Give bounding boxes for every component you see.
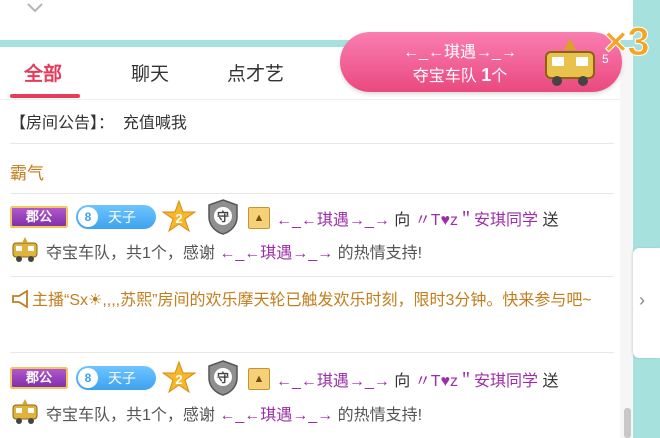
teal-border-right <box>633 0 660 438</box>
chevron-right-icon: › <box>639 290 645 310</box>
gift-to: 向 <box>389 212 415 229</box>
scrollbar-thumb[interactable] <box>624 408 631 438</box>
star-badge-icon[interactable]: 2 <box>162 361 196 395</box>
level-number: 8 <box>78 368 98 388</box>
tab-chat[interactable]: 聊天 <box>131 59 169 86</box>
banner-sender: ←_←琪遇→_→ <box>403 44 517 61</box>
banner-gift: 夺宝车队 1个 <box>380 62 540 86</box>
noble-badge[interactable]: 郡公 <box>10 206 68 228</box>
thanks-sender[interactable]: ←_←琪遇→_→ <box>219 245 333 262</box>
gift-text: ←_←琪遇→_→ 向 〃T♥z＂安琪同学 送 <box>276 367 558 391</box>
scrollbar-track[interactable] <box>620 47 633 438</box>
gift-detail-text: 夺宝车队，共1个，感谢 ←_←琪遇→_→ 的热情支持! <box>46 239 422 263</box>
gift-detail-b: 的热情支持! <box>333 407 423 424</box>
gift-to: 向 <box>389 373 415 390</box>
gift-message-row: 郡公 8 天子 2 守 ▲ ←_←琪遇→_→ 向 〃T♥z＂安琪同学 送 <box>10 199 620 235</box>
gift-banner: ←_←琪遇→_→ 夺宝车队 1个 5 <box>340 32 622 92</box>
treasure-bus-icon <box>545 38 595 86</box>
noble-badge[interactable]: 郡公 <box>10 367 68 389</box>
level-badge[interactable]: 8 天子 <box>76 366 156 390</box>
gift-action: 送 <box>538 212 559 229</box>
gift-message-row: 郡公 8 天子 2 守 ▲ ←_←琪遇→_→ 向 〃T♥z＂安琪同学 送 <box>10 360 620 396</box>
room-notice: 【房间公告】： 充值喊我 <box>10 109 187 133</box>
chat-panel: 全部 聊天 点才艺 【房间公告】： 充值喊我 霸气 郡公 8 天子 2 守 ▲ … <box>0 47 620 438</box>
sender-name[interactable]: ←_←琪遇→_→ <box>276 212 390 229</box>
combo-multiplier: ×3 <box>604 20 651 65</box>
treasure-bus-icon <box>12 399 38 424</box>
gift-text: ←_←琪遇→_→ 向 〃T♥z＂安琪同学 送 <box>276 206 558 230</box>
receiver-name[interactable]: 〃T♥z＂安琪同学 <box>415 373 538 390</box>
banner-count: 1 <box>481 65 492 85</box>
tab-active-indicator <box>10 94 80 98</box>
star-badge-icon[interactable]: 2 <box>162 200 196 234</box>
gift-detail-row: 夺宝车队，共1个，感谢 ←_←琪遇→_→ 的热情支持! <box>10 237 620 263</box>
horn-icon <box>12 290 28 308</box>
level-title: 天子 <box>108 370 136 386</box>
notice-label: 【房间公告】： <box>10 115 115 132</box>
guard-shield-icon[interactable]: 守 <box>204 359 242 397</box>
gift-detail-text: 夺宝车队，共1个，感谢 ←_←琪遇→_→ 的热情支持! <box>46 401 422 425</box>
fan-badge-icon[interactable]: ▲ <box>248 368 270 390</box>
divider <box>10 352 614 353</box>
divider <box>10 143 614 144</box>
gift-action: 送 <box>538 373 559 390</box>
treasure-bus-icon <box>12 237 38 262</box>
system-message-text: 主播“Sx☀,,,,苏熙”房间的欢乐摩天轮已触发欢乐时刻，限时3分钟。快来参与吧… <box>32 292 592 309</box>
receiver-name[interactable]: 〃T♥z＂安琪同学 <box>415 212 538 229</box>
level-badge[interactable]: 8 天子 <box>76 205 156 229</box>
bawq-message: 霸气 <box>10 164 44 183</box>
banner-gift-name: 夺宝车队 <box>412 68 482 85</box>
gift-detail-a: 夺宝车队，共1个，感谢 <box>46 245 220 262</box>
gift-detail-row: 夺宝车队，共1个，感谢 ←_←琪遇→_→ 的热情支持! <box>10 399 620 425</box>
fan-badge-icon[interactable]: ▲ <box>248 207 270 229</box>
guard-label: 守 <box>217 209 229 224</box>
level-number: 8 <box>78 207 98 227</box>
guard-label: 守 <box>217 370 229 385</box>
thanks-sender[interactable]: ←_←琪遇→_→ <box>219 407 333 424</box>
notice-text: 充值喊我 <box>122 115 187 132</box>
divider <box>10 276 614 277</box>
guard-shield-icon[interactable]: 守 <box>204 198 242 236</box>
gift-detail-b: 的热情支持! <box>333 245 423 262</box>
side-panel-toggle[interactable]: › <box>633 248 660 358</box>
level-title: 天子 <box>108 209 136 225</box>
chevron-down-icon[interactable] <box>26 0 44 14</box>
tab-talent[interactable]: 点才艺 <box>227 59 284 86</box>
banner-unit: 个 <box>491 68 508 85</box>
tab-all[interactable]: 全部 <box>24 59 62 86</box>
sender-name[interactable]: ←_←琪遇→_→ <box>276 373 390 390</box>
star-badge-number: 2 <box>175 211 182 226</box>
system-message: 主播“Sx☀,,,,苏熙”房间的欢乐摩天轮已触发欢乐时刻，限时3分钟。快来参与吧… <box>10 287 610 314</box>
divider <box>10 193 614 194</box>
star-badge-number: 2 <box>175 372 182 387</box>
gift-detail-a: 夺宝车队，共1个，感谢 <box>46 407 220 424</box>
